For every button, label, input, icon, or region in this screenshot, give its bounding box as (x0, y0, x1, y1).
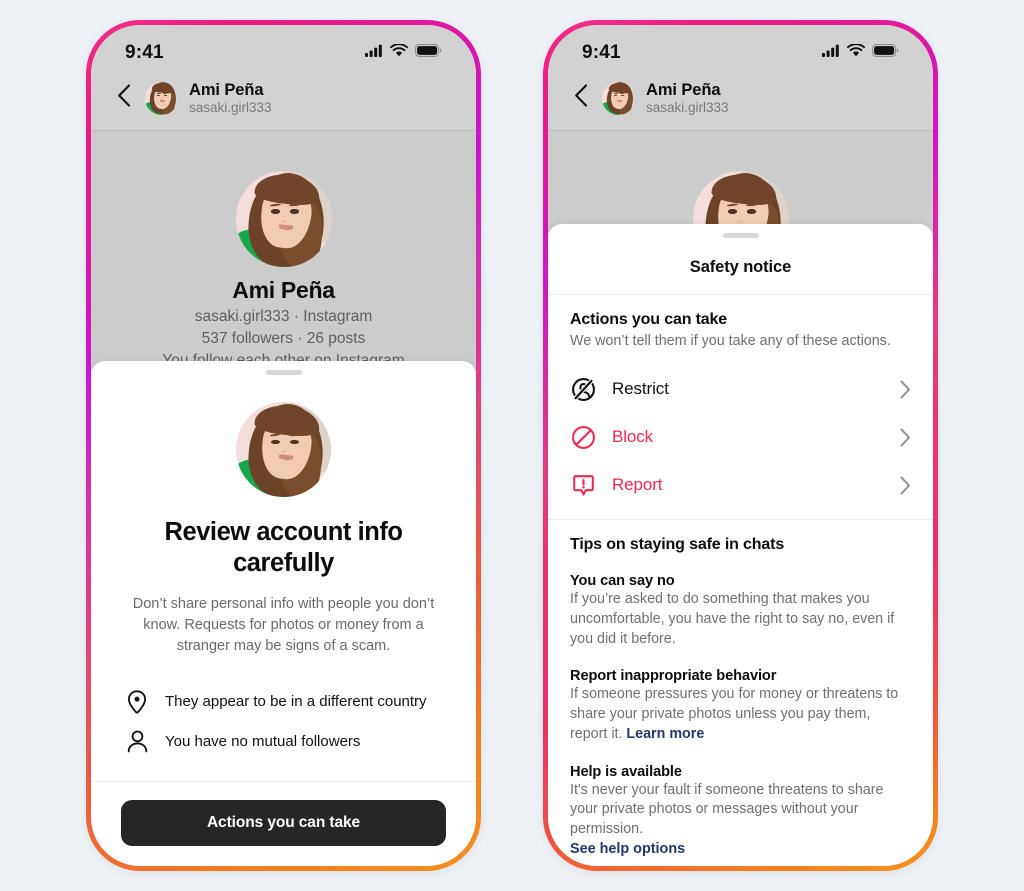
sheet-avatar (236, 402, 331, 497)
action-label: Restrict (612, 379, 669, 399)
learn-more-link[interactable]: Learn more (626, 726, 704, 742)
list-item: They appear to be in a different country (91, 682, 476, 722)
actions-section-title: Actions you can take (570, 311, 728, 328)
chat-header: Ami Peña sasaki.girl333 (548, 75, 933, 131)
phone-left-screen: 9:41 Ami Peña sasaki.girl333 Ami Peña sa… (91, 25, 476, 866)
tip-heading: You can say no (570, 573, 675, 590)
page-title: Safety notice (689, 258, 792, 276)
tip-item: Report inappropriate behavior If someone… (570, 668, 911, 744)
phone-left: 9:41 Ami Peña sasaki.girl333 Ami Peña sa… (86, 20, 481, 871)
status-bar: 9:41 (91, 25, 476, 75)
battery-icon (415, 44, 442, 62)
profile-name: Ami Peña (232, 277, 335, 303)
drag-handle[interactable] (265, 370, 302, 375)
restrict-icon (570, 376, 596, 402)
actions-section-subtitle: We won’t tell them if you take any of th… (570, 333, 891, 349)
report-icon (570, 472, 596, 498)
sheet-actions: Actions you can take Dismiss (91, 780, 476, 866)
chat-header-handle: sasaki.girl333 (189, 100, 272, 116)
action-label: Block (612, 427, 654, 447)
chat-header-handle: sasaki.girl333 (646, 100, 729, 116)
chat-header-names: Ami Peña sasaki.girl333 (189, 81, 272, 116)
review-account-sheet: Review account info carefully Don’t shar… (91, 361, 476, 866)
location-pin-icon (124, 690, 150, 714)
tip-body: If someone pressures you for money or th… (570, 685, 911, 744)
wifi-icon (390, 43, 408, 62)
action-row-restrict[interactable]: Restrict (548, 365, 933, 413)
tip-body-text: If you’re asked to do something that mak… (570, 591, 895, 647)
phone-right: 9:41 Ami Peña sasaki.girl333 Safety noti… (543, 20, 938, 871)
chat-header-avatar[interactable] (145, 81, 178, 115)
status-bar-icons (822, 43, 899, 62)
see-help-options-link[interactable]: See help options (570, 841, 685, 857)
back-button[interactable] (109, 81, 139, 115)
action-list: Restrict Block Report (548, 365, 933, 519)
chat-header-name: Ami Peña (189, 81, 264, 99)
actions-section-header: Actions you can take We won’t tell them … (548, 295, 933, 351)
wifi-icon (847, 43, 865, 62)
block-icon (570, 424, 596, 450)
profile-handle-line: sasaki.girl333 · Instagram (194, 308, 373, 325)
dismiss-button[interactable]: Dismiss (121, 846, 446, 866)
tips-section: Tips on staying safe in chats You can sa… (548, 519, 933, 866)
sheet-subtitle: Don’t share personal info with people yo… (132, 595, 435, 654)
tip-body: If you’re asked to do something that mak… (570, 590, 911, 649)
chevron-right-icon (900, 476, 911, 495)
list-item-label: They appear to be in a different country (165, 693, 427, 711)
status-bar-time: 9:41 (582, 42, 621, 63)
cellular-signal-icon (365, 44, 383, 62)
sheet-title: Review account info carefully (164, 518, 403, 578)
tip-item: Help is available It's never your fault … (570, 764, 911, 858)
screenshot-stage: 9:41 Ami Peña sasaki.girl333 Ami Peña sa… (0, 0, 1024, 891)
list-item: You have no mutual followers (91, 722, 476, 761)
status-bar: 9:41 (548, 25, 933, 75)
chevron-right-icon (900, 428, 911, 447)
cellular-signal-icon (822, 44, 840, 62)
action-label: Report (612, 475, 663, 495)
tip-heading: Report inappropriate behavior (570, 668, 777, 685)
chat-header-names: Ami Peña sasaki.girl333 (646, 81, 729, 116)
profile-stats-line: 537 followers · 26 posts (201, 330, 366, 347)
chat-header-avatar[interactable] (602, 81, 635, 115)
profile-avatar[interactable] (235, 171, 332, 267)
action-row-report[interactable]: Report (548, 461, 933, 509)
tip-body-text: It's never your fault if someone threate… (570, 781, 884, 838)
tip-heading: Help is available (570, 763, 682, 780)
chevron-right-icon (900, 380, 911, 399)
tip-body-text: If someone pressures you for money or th… (570, 686, 899, 742)
chat-header-name: Ami Peña (646, 81, 721, 99)
tip-body: It's never your fault if someone threate… (570, 781, 911, 840)
safety-notice-sheet: Safety notice Actions you can take We wo… (548, 224, 933, 866)
actions-you-can-take-button[interactable]: Actions you can take (121, 799, 446, 846)
status-bar-icons (365, 43, 442, 62)
list-item-label: You have no mutual followers (165, 732, 361, 750)
chevron-left-icon (574, 84, 588, 112)
action-row-block[interactable]: Block (548, 413, 933, 461)
status-bar-time: 9:41 (125, 42, 164, 63)
chevron-left-icon (117, 84, 131, 112)
person-icon (124, 730, 150, 753)
safety-notice-header: Safety notice (548, 238, 933, 295)
tips-section-title: Tips on staying safe in chats (570, 536, 785, 554)
phone-right-screen: 9:41 Ami Peña sasaki.girl333 Safety noti… (548, 25, 933, 866)
tip-item: You can say no If you’re asked to do som… (570, 573, 911, 649)
signal-list: They appear to be in a different country… (91, 682, 476, 781)
back-button[interactable] (566, 81, 596, 115)
battery-icon (872, 44, 899, 62)
chat-header: Ami Peña sasaki.girl333 (91, 75, 476, 131)
